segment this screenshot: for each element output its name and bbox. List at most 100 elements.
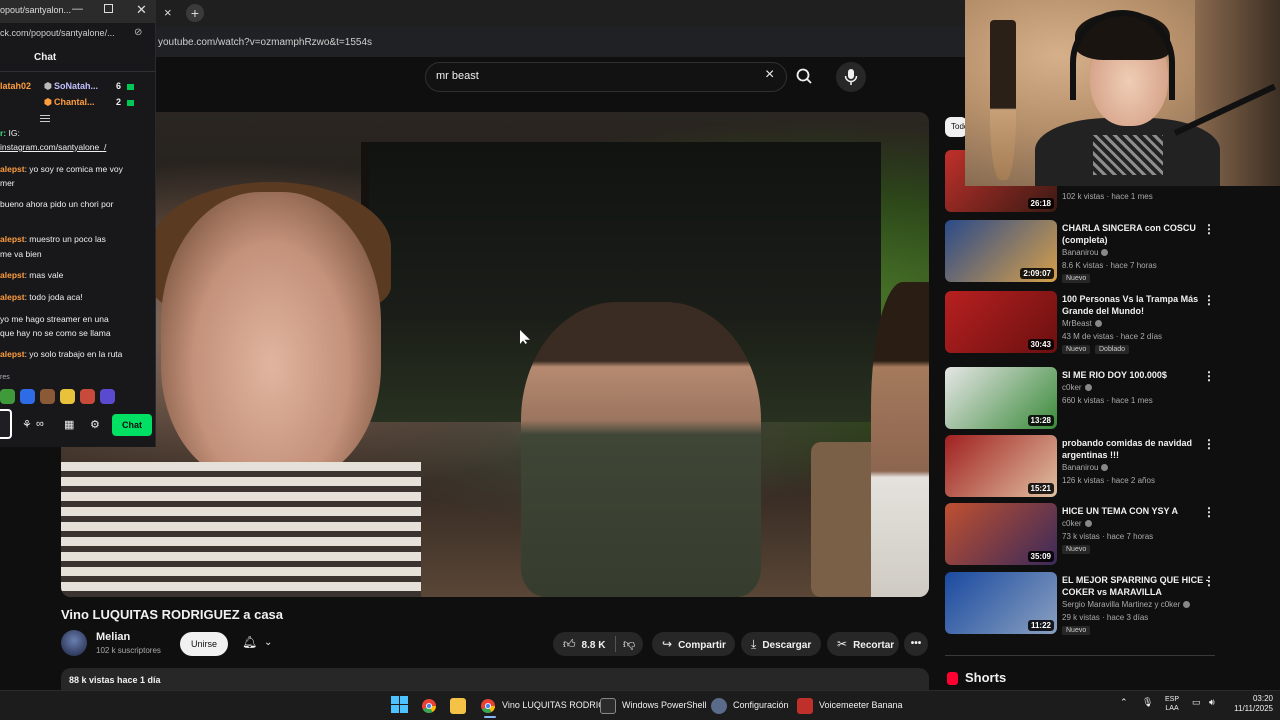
thumbs-up-icon: 👍︎ [563,637,576,651]
download-button[interactable]: ⤓ Descargar [741,632,821,656]
channel-name[interactable]: MrBeast [1062,319,1102,328]
video-thumbnail[interactable]: 13:28 [945,367,1057,429]
new-tab-button[interactable]: + [186,4,204,22]
eye-off-icon[interactable]: ⊘ [134,27,142,38]
taskbar-app-settings[interactable]: Configuración [711,695,789,715]
like-button[interactable]: 👍︎ 8.8 K 👎︎ [553,632,643,656]
taskbar-app-powershell[interactable]: Windows PowerShell [600,695,707,715]
channel-name[interactable]: c0ker [1062,519,1092,528]
video-player[interactable] [61,112,929,597]
video-meta: 73 k vistas · hace 7 horas [1062,532,1154,541]
gift-icon[interactable]: ▦ [64,418,74,431]
taskbar-app-voicemeeter[interactable]: Voicemeeter Banana [797,695,903,715]
recommendation-item[interactable]: 15:21 probando comidas de navidad argenti… [945,435,1225,497]
search-input[interactable] [425,62,787,92]
collapse-icon[interactable] [40,115,50,125]
screen: × + youtube.com/watch?v=ozmamphRzwo&t=15… [0,0,1280,720]
chat-username[interactable]: alepst [0,234,25,244]
join-button[interactable]: Unirse [180,632,228,656]
emote-icon[interactable] [80,389,95,404]
scissors-icon: ✂ [837,637,848,651]
chat-username[interactable]: alepst [0,270,25,280]
recommendation-item[interactable]: 2:09:07 CHARLA SINCERA con COSCU (complet… [945,220,1225,283]
recommendation-item[interactable]: 35:09 HICE UN TEMA CON YSY A c0ker 73 k vis… [945,503,1225,565]
video-thumbnail[interactable]: 2:09:07 [945,220,1057,282]
more-actions-button[interactable]: ••• [904,632,928,656]
video-person-center [521,302,761,597]
close-icon[interactable]: ✕ [136,2,147,18]
more-options-icon[interactable]: ⋮ [1203,369,1215,383]
thumbs-down-icon[interactable]: 👎︎ [623,632,635,656]
tray-mic-icon[interactable]: 🎙︎ [1142,697,1153,708]
maximize-icon[interactable] [104,4,113,13]
network-icon[interactable]: ▭ [1192,697,1201,708]
tray-expand-icon[interactable]: ⌃ [1120,697,1128,708]
video-title[interactable]: 100 Personas Vs la Trampa Más Grande del… [1062,293,1212,317]
gifter-left-name[interactable]: latah02 [0,81,31,91]
chat-message: alepst: yo soy re comica me voy [0,162,156,176]
filter-chip-all[interactable]: Todo [945,117,967,137]
video-thumbnail[interactable]: 35:09 [945,503,1057,565]
channel-name[interactable]: c0ker [1062,383,1092,392]
emote-icon[interactable] [0,389,15,404]
bits-icon[interactable]: ⚘ [22,418,32,431]
more-options-icon[interactable]: ⋮ [1203,574,1215,588]
search-button[interactable] [792,65,818,89]
chat-username[interactable]: alepst [0,349,25,359]
emote-icon[interactable] [60,389,75,404]
video-thumbnail[interactable]: 15:21 [945,435,1057,497]
video-thumbnail[interactable]: 30:43 [945,291,1057,353]
video-person-right [871,282,929,597]
clock[interactable]: 03:20 11/11/2025 [1228,694,1273,714]
tab-close-icon[interactable]: × [164,5,172,20]
emote-icon[interactable] [100,389,115,404]
channel-name[interactable]: Sergio Maravilla Martinez y c0ker [1062,600,1191,609]
taskbar-app-chrome-video[interactable]: Vino LUQUITAS RODRIG [480,695,605,715]
emote-icon[interactable] [40,389,55,404]
webcam-guitar [990,20,1016,180]
infinity-icon[interactable]: ∞ [36,418,44,430]
video-title[interactable]: probando comidas de navidad argentinas !… [1062,437,1212,461]
video-title[interactable]: HICE UN TEMA CON YSY A [1062,505,1212,517]
video-title[interactable]: EL MEJOR SPARRING QUE HICE - COKER vs MA… [1062,574,1212,598]
settings-gear-icon[interactable]: ⚙ [90,418,100,431]
chat-message-input[interactable] [0,409,12,439]
lang-layout: LAA [1165,705,1179,712]
input-language[interactable]: ESP LAA [1165,695,1179,713]
video-thumbnail[interactable]: 11:22 [945,572,1057,634]
video-title[interactable]: CHARLA SINCERA con COSCU (completa) [1062,222,1212,246]
minimize-icon[interactable]: — [72,3,83,15]
windows-start-icon[interactable] [391,696,408,713]
search-clear-icon[interactable]: × [765,66,774,84]
share-button[interactable]: ↪ Compartir [652,632,735,656]
gifter-name[interactable]: SoNatah... [54,81,98,91]
recommendation-item[interactable]: 13:28 SI ME RIO DOY 100.000$ c0ker 660 k vi… [945,367,1225,429]
volume-icon[interactable]: 🔊︎ [1209,697,1215,708]
more-options-icon[interactable]: ⋮ [1203,437,1215,451]
chat-username[interactable]: alepst [0,292,25,302]
chat-send-button[interactable]: Chat [112,414,152,436]
recommendation-item[interactable]: 30:43 100 Personas Vs la Trampa Más Grand… [945,291,1225,354]
channel-name[interactable]: Bananirou [1062,463,1109,472]
chat-url[interactable]: ck.com/popout/santyalone/... [0,28,115,38]
channel-name[interactable]: Melian [96,631,130,643]
channel-avatar[interactable] [61,630,87,656]
clip-button[interactable]: ✂ Recortar [827,632,899,656]
more-options-icon[interactable]: ⋮ [1203,293,1215,307]
channel-name[interactable]: Bananirou [1062,248,1109,257]
address-url[interactable]: youtube.com/watch?v=ozmamphRzwo&t=1554s [158,37,372,48]
voice-search-button[interactable] [836,62,866,92]
more-options-icon[interactable]: ⋮ [1203,222,1215,236]
emote-icon[interactable] [20,389,35,404]
more-options-icon[interactable]: ⋮ [1203,505,1215,519]
chat-message: alepst: muestro un poco las [0,232,156,246]
clip-label: Recortar [853,640,895,651]
chat-username[interactable]: alepst [0,164,25,174]
recommendation-item[interactable]: 11:22 EL MEJOR SPARRING QUE HICE - COKER … [945,572,1225,635]
gifter-name[interactable]: Chantal... [54,97,95,107]
notifications-button[interactable]: 🔔︎ ⌄ [236,632,286,656]
file-explorer-icon[interactable] [450,695,472,715]
search-query[interactable]: mr beast [436,70,479,82]
chrome-taskbar-icon[interactable] [421,695,437,715]
video-title[interactable]: SI ME RIO DOY 100.000$ [1062,369,1212,381]
